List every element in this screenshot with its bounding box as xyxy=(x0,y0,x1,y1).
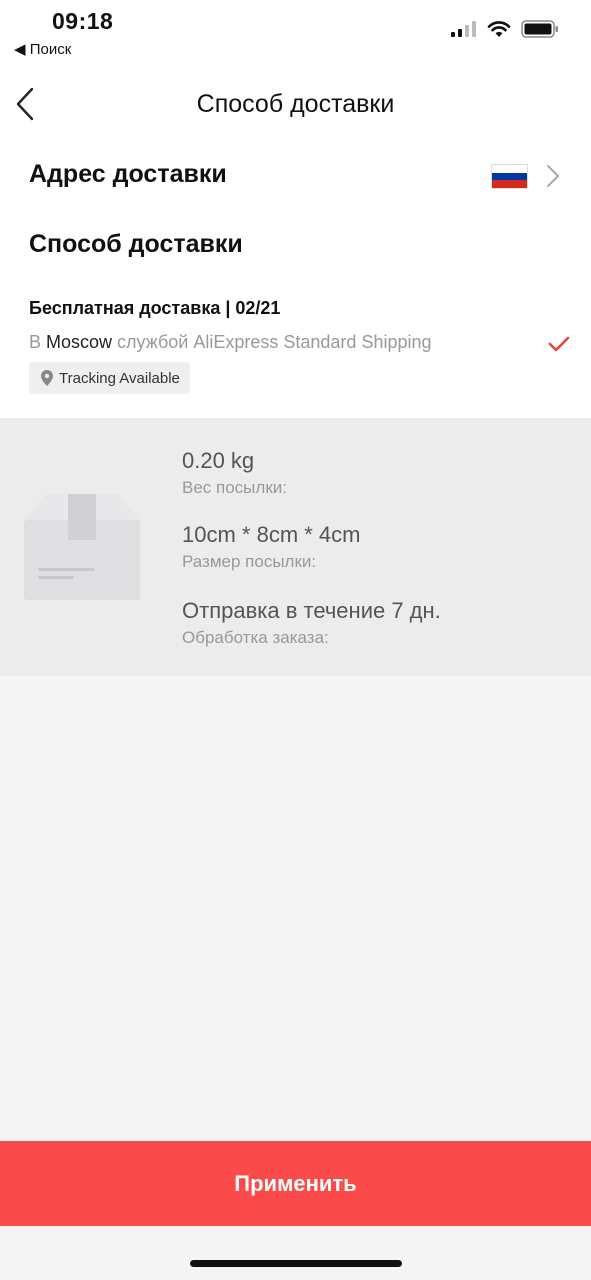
desc-suffix: службой AliExpress Standard Shipping xyxy=(112,332,432,352)
location-pin-icon xyxy=(41,370,53,386)
shipping-option[interactable]: Бесплатная доставка | 02/21 В Moscow слу… xyxy=(0,290,591,402)
processing-value: Отправка в течение 7 дн. xyxy=(182,598,441,623)
wifi-icon xyxy=(487,20,511,37)
desc-prefix: В xyxy=(29,332,47,352)
apply-button[interactable]: Применить xyxy=(0,1141,591,1226)
back-to-app-link[interactable]: ◀ Поиск xyxy=(14,40,71,58)
shipping-option-title: Бесплатная доставка | 02/21 xyxy=(29,298,281,318)
navigation-bar: Способ доставки xyxy=(0,64,591,144)
russia-flag-icon xyxy=(491,164,528,189)
status-time: 09:18 xyxy=(52,8,114,34)
home-indicator[interactable] xyxy=(190,1260,402,1267)
status-icons xyxy=(451,20,559,38)
destination-city: Moscow xyxy=(46,332,113,352)
size-label: Размер посылки: xyxy=(182,552,317,571)
cellular-signal-icon xyxy=(451,21,476,37)
battery-icon xyxy=(521,20,558,38)
shipping-method-title: Способ доставки xyxy=(29,230,243,258)
package-box-icon xyxy=(24,494,140,600)
processing-label: Обработка заказа: xyxy=(182,628,329,647)
delivery-address-row[interactable]: Адрес доставки xyxy=(0,144,591,208)
weight-value: 0.20 kg xyxy=(182,448,255,473)
size-value: 10cm * 8cm * 4cm xyxy=(182,522,361,547)
chevron-right-icon xyxy=(547,165,559,187)
checkmark-icon xyxy=(548,336,570,352)
status-bar: 09:18 ◀ Поиск xyxy=(0,0,591,64)
weight-label: Вес посылки: xyxy=(182,478,287,497)
package-info: 0.20 kg Вес посылки: 10cm * 8cm * 4cm Ра… xyxy=(0,418,591,676)
shipping-option-description: В Moscow службой AliExpress Standard Shi… xyxy=(29,332,432,353)
delivery-section: Адрес доставки Способ доставки Бесплатна… xyxy=(0,144,591,418)
tracking-text: Tracking Available xyxy=(59,369,180,387)
delivery-address-title: Адрес доставки xyxy=(29,160,227,188)
tracking-badge: Tracking Available xyxy=(29,362,190,394)
page-title: Способ доставки xyxy=(196,90,395,118)
